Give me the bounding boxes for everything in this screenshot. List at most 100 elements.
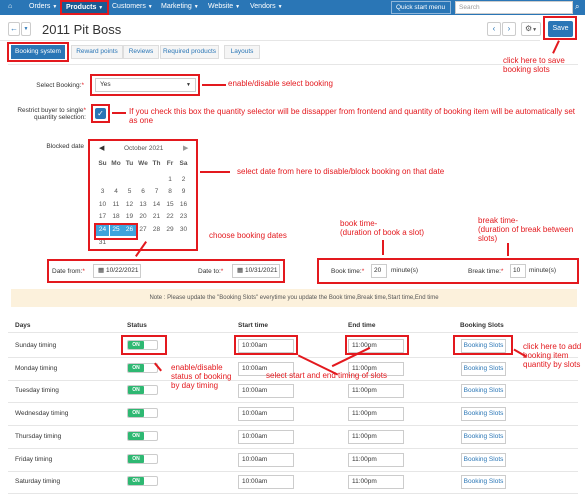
status-toggle[interactable]: ON <box>127 385 158 396</box>
booking-slots-button[interactable]: Booking Slots <box>461 384 506 399</box>
gear-icon[interactable]: ⚙▼ <box>521 22 541 36</box>
back-button[interactable]: ← <box>8 22 20 36</box>
tab-reward-points[interactable]: Reward points <box>71 45 123 59</box>
end-time-input[interactable]: 11:00pm <box>348 429 404 444</box>
select-annotation: enable/disable select booking <box>228 79 333 88</box>
calendar-day[interactable]: 2 <box>177 174 190 186</box>
calendar-day[interactable]: 7 <box>150 186 163 198</box>
toggle-on-label: ON <box>128 363 144 372</box>
tab-required-products[interactable]: Required products <box>160 45 219 59</box>
toggle-on-label: ON <box>128 409 144 418</box>
prev-arrow-button[interactable]: ‹ <box>487 22 501 36</box>
nav-vendors[interactable]: Vendors ▼ <box>250 3 283 10</box>
calendar-day[interactable]: 20 <box>137 211 150 223</box>
nav-marketing[interactable]: Marketing ▼ <box>161 3 199 10</box>
toggle-on-label: ON <box>128 454 144 463</box>
calendar-day[interactable]: 6 <box>137 186 150 198</box>
end-time-input[interactable]: 11:00pm <box>348 475 404 490</box>
calendar-day[interactable]: 11 <box>110 199 123 211</box>
calendar-day[interactable]: 22 <box>164 211 177 223</box>
title-divider <box>0 40 540 41</box>
calendar-day[interactable]: 28 <box>150 224 163 236</box>
status-toggle[interactable]: ON <box>127 408 158 419</box>
checkbox-highlight <box>91 104 110 123</box>
selected-dates-highlight <box>94 223 138 240</box>
book-time-input[interactable]: 20 <box>371 264 387 278</box>
break-time-annotation: break time- (duration of break between sl… <box>478 216 574 243</box>
start-time-input[interactable]: 10:00am <box>238 429 294 444</box>
calendar-weekday: Su <box>98 160 107 167</box>
calendar-day[interactable]: 16 <box>177 199 190 211</box>
calendar-weekday: Tu <box>125 160 134 167</box>
end-time-input[interactable]: 11:00pm <box>348 452 404 467</box>
calendar-day[interactable]: 8 <box>164 186 177 198</box>
start-time-input[interactable]: 10:00am <box>238 475 294 490</box>
calendar-day[interactable]: 30 <box>177 224 190 236</box>
status-annotation: enable/disable status of booking by day … <box>171 363 232 390</box>
calendar-day[interactable]: 5 <box>123 186 136 198</box>
calendar-next-icon[interactable]: ▶ <box>183 144 188 152</box>
break-time-unit: minute(s) <box>529 267 557 274</box>
calendar-weekday: Sa <box>179 160 188 167</box>
end-time-input[interactable]: 11:00pm <box>348 384 404 399</box>
end-time-input[interactable]: 11:00pm <box>348 407 404 422</box>
calendar-day[interactable]: 14 <box>150 199 163 211</box>
date-from-input[interactable]: ▦ 10/22/2021 <box>93 264 141 278</box>
nav-customers[interactable]: Customers ▼ <box>112 3 153 10</box>
book-time-annotation: book time- (duration of book a slot) <box>340 219 425 237</box>
quick-start-menu[interactable]: Quick start menu ▼ <box>391 1 451 22</box>
header-status: Status <box>127 322 147 329</box>
header-end: End time <box>348 322 376 329</box>
calendar-day[interactable]: 21 <box>150 211 163 223</box>
calendar-day[interactable]: 9 <box>177 186 190 198</box>
next-arrow-button[interactable]: › <box>502 22 516 36</box>
date-to-input[interactable]: ▦ 10/31/2021 <box>232 264 280 278</box>
calendar-day[interactable]: 18 <box>110 211 123 223</box>
tab-reviews[interactable]: Reviews <box>123 45 159 59</box>
header-divider <box>8 332 578 333</box>
start-time-input[interactable]: 10:00am <box>238 407 294 422</box>
nav-website[interactable]: Website ▼ <box>208 3 240 10</box>
status-highlight <box>121 335 167 355</box>
booking-slots-button[interactable]: Booking Slots <box>461 407 506 422</box>
calendar-day[interactable]: 4 <box>110 186 123 198</box>
break-time-input[interactable]: 10 <box>510 264 526 278</box>
back-dropdown-caret[interactable]: ▼ <box>21 22 31 36</box>
save-arrow <box>552 40 560 54</box>
calendar-day[interactable]: 12 <box>123 199 136 211</box>
slots-annotation: click here to add booking item quantity … <box>523 342 582 369</box>
calendar-day[interactable]: 3 <box>96 186 109 198</box>
booking-slots-button[interactable]: Booking Slots <box>461 361 506 376</box>
calendar-day[interactable]: 19 <box>123 211 136 223</box>
tab-layouts[interactable]: Layouts <box>224 45 260 59</box>
booking-slots-button[interactable]: Booking Slots <box>461 452 506 467</box>
row-divider <box>8 357 578 358</box>
calendar-day[interactable]: 23 <box>177 211 190 223</box>
booking-slots-button[interactable]: Booking Slots <box>461 475 506 490</box>
calendar-day[interactable]: 13 <box>137 199 150 211</box>
search-icon[interactable]: ⌕ <box>575 2 579 12</box>
nav-products[interactable]: Products ▼ <box>60 0 110 15</box>
home-icon[interactable]: ⌂ <box>8 3 12 10</box>
calendar-weekday: We <box>138 160 148 167</box>
search-input[interactable]: Search <box>455 1 573 14</box>
calendar-day[interactable]: 15 <box>164 199 177 211</box>
calendar-month: October 2021 <box>124 145 164 152</box>
calendar-day[interactable]: 10 <box>96 199 109 211</box>
status-toggle[interactable]: ON <box>127 453 158 464</box>
day-label: Wednesday timing <box>15 410 69 418</box>
calendar-prev-icon[interactable]: ◀ <box>99 144 104 152</box>
calendar-icon: ▦ <box>98 267 105 274</box>
status-toggle[interactable]: ON <box>127 476 158 487</box>
toggle-on-label: ON <box>128 386 144 395</box>
status-toggle[interactable]: ON <box>127 430 158 441</box>
start-time-input[interactable]: 10:00am <box>238 452 294 467</box>
nav-orders[interactable]: Orders ▼ <box>29 3 57 10</box>
calendar-day[interactable]: 1 <box>164 174 177 186</box>
calendar-day[interactable]: 29 <box>164 224 177 236</box>
calendar-day[interactable]: 17 <box>96 211 109 223</box>
start-time-input[interactable]: 10:00am <box>238 384 294 399</box>
booking-slots-button[interactable]: Booking Slots <box>461 429 506 444</box>
day-label: Monday timing <box>15 364 58 372</box>
calendar-day[interactable]: 27 <box>137 224 150 236</box>
